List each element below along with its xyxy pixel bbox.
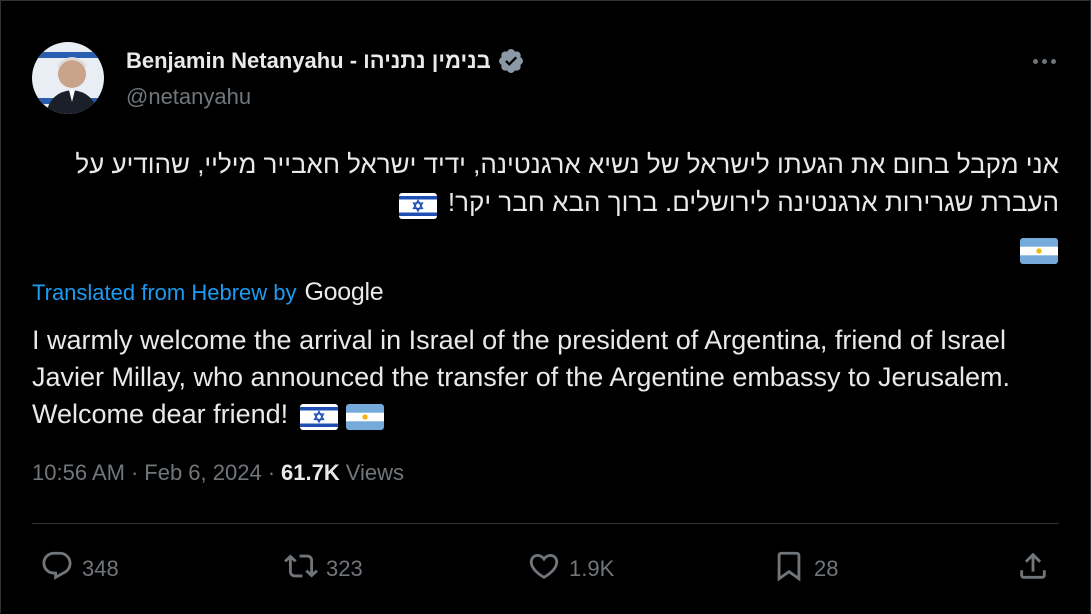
share-button[interactable] [1016, 545, 1050, 593]
reply-icon [40, 549, 74, 589]
views-label[interactable]: Views [346, 460, 404, 486]
like-count: 1.9K [569, 556, 615, 581]
verified-badge-icon [497, 47, 525, 75]
meta-separator: · [130, 460, 139, 485]
translated-from-label[interactable]: Translated from Hebrew by [32, 280, 297, 306]
divider [32, 523, 1059, 524]
author-name-row[interactable]: Benjamin Netanyahu - בנימין נתניהו [126, 45, 525, 77]
hebrew-text: אני מקבל בחום את הגעתו לישראל של נשיא אר… [75, 149, 1059, 217]
heart-icon [527, 549, 561, 589]
israel-flag-icon [398, 191, 437, 220]
repost-icon [284, 549, 318, 589]
more-options-icon[interactable] [1029, 49, 1059, 73]
google-logo: Google [304, 278, 384, 306]
argentina-flag-icon [345, 403, 384, 430]
tweet-date[interactable]: Feb 6, 2024 [144, 460, 261, 486]
reply-count: 348 [82, 556, 119, 581]
bookmark-count: 28 [814, 556, 839, 581]
translation-attribution[interactable]: Translated from Hebrew by Google [32, 278, 384, 307]
argentina-flag-icon [1020, 238, 1058, 269]
tweet-meta: 10:56 AM · Feb 6, 2024 · 61.7K Views [32, 460, 404, 486]
action-bar: 348 323 1.9K 28 [0, 545, 1091, 593]
repost-button[interactable]: 323 [284, 545, 363, 593]
israel-flag-icon [299, 403, 338, 430]
bookmark-icon [772, 549, 806, 589]
repost-count: 323 [326, 556, 363, 581]
reply-button[interactable]: 348 [40, 545, 119, 593]
share-icon [1016, 549, 1050, 589]
tweet-translated-text: I warmly welcome the arrival in Israel o… [32, 322, 1062, 433]
english-text: I warmly welcome the arrival in Israel o… [32, 325, 1011, 429]
tweet-time[interactable]: 10:56 AM [32, 460, 125, 486]
tweet-original-text: אני מקבל בחום את הגעתו לישראל של נשיא אר… [39, 145, 1059, 221]
meta-separator: · [267, 460, 276, 485]
avatar[interactable] [32, 42, 104, 114]
views-count[interactable]: 61.7K [281, 460, 340, 486]
like-button[interactable]: 1.9K [527, 545, 614, 593]
author-display-name[interactable]: Benjamin Netanyahu - בנימין נתניהו [126, 48, 491, 74]
author-handle[interactable]: @netanyahu [126, 84, 251, 110]
bookmark-button[interactable]: 28 [772, 545, 838, 593]
